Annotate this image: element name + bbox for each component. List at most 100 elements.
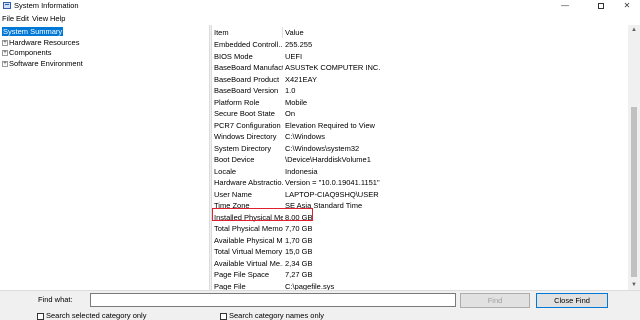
tree-item-components[interactable]: + Components [2, 48, 52, 58]
installed-memory-highlight [212, 208, 313, 221]
row-value: SE Asia Standard Time [285, 201, 363, 210]
table-row[interactable]: Platform Role Mobile [212, 97, 628, 109]
tree-item-hardware-resources[interactable]: + Hardware Resources [2, 38, 79, 48]
expand-icon[interactable]: + [2, 60, 8, 67]
find-button[interactable]: Find [460, 293, 530, 308]
checkbox-label: Search category names only [229, 311, 325, 320]
table-row[interactable]: Secure Boot State On [212, 108, 628, 120]
checkbox[interactable] [37, 312, 44, 320]
details-list: Item Value Embedded Controll... 255.255 B… [212, 25, 628, 290]
table-row[interactable]: Windows Directory C:\Windows [212, 131, 628, 143]
menu-file[interactable]: File [2, 13, 14, 24]
table-row[interactable]: Available Virtual Me... 2,34 GB [212, 258, 628, 270]
row-value: 7,70 GB [285, 224, 313, 233]
row-value: 255.255 [285, 40, 313, 49]
row-value: 1.0 [285, 86, 296, 95]
find-what-label: Find what: [38, 295, 73, 304]
vertical-scrollbar[interactable]: ▲ ▼ [628, 25, 640, 290]
table-row[interactable]: Embedded Controll... 255.255 [212, 39, 628, 51]
row-item: Platform Role [214, 97, 260, 107]
scroll-up-arrow-icon[interactable]: ▲ [628, 25, 640, 35]
table-row[interactable]: Page File Space 7,27 GB [212, 269, 628, 281]
table-row[interactable]: Hardware Abstractio... Version = "10.0.19… [212, 177, 628, 189]
checkbox-label: Search selected category only [46, 311, 147, 320]
row-value: On [285, 109, 296, 118]
list-header: Item Value [212, 27, 628, 38]
find-bar: Find what: Find Close Find Search select… [0, 290, 640, 320]
table-row[interactable]: Total Virtual Memory 15,0 GB [212, 246, 628, 258]
row-value: \Device\HarddiskVolume1 [285, 155, 371, 164]
row-item: Available Virtual Me... [214, 258, 283, 268]
tree-item-system-summary[interactable]: System Summary [2, 27, 64, 37]
row-item: Windows Directory [214, 132, 277, 141]
tree-item-label: System Summary [2, 27, 64, 36]
row-item: BaseBoard Manufact... [214, 63, 283, 72]
column-header-value[interactable]: Value [285, 27, 304, 38]
checkbox[interactable] [220, 312, 227, 320]
row-value: 8,00 GB [285, 212, 313, 222]
row-item: PCR7 Configuration [214, 120, 281, 130]
row-item: Total Physical Memo... [214, 224, 283, 233]
menu-bar: File Edit View Help [0, 13, 640, 24]
table-row[interactable]: BaseBoard Product X421EAY [212, 74, 628, 86]
row-item: Page File Space [214, 270, 270, 279]
column-header-item[interactable]: Item [214, 27, 229, 38]
row-value: 15,0 GB [285, 247, 313, 256]
row-value: 7,27 GB [285, 270, 313, 279]
row-value: LAPTOP-CIAQ9SHQ\USER [285, 189, 379, 199]
table-row[interactable]: Available Physical M... 1,70 GB [212, 235, 628, 247]
row-item: BIOS Mode [214, 51, 253, 61]
menu-edit[interactable]: Edit [16, 13, 29, 24]
table-row[interactable]: Total Physical Memo... 7,70 GB [212, 223, 628, 235]
table-row[interactable]: BaseBoard Manufact... ASUSTeK COMPUTER IN… [212, 62, 628, 74]
row-item: Hardware Abstractio... [214, 178, 283, 187]
menu-help[interactable]: Help [50, 13, 65, 24]
system-information-app-icon [3, 2, 11, 9]
search-category-names-option[interactable]: Search category names only [220, 311, 324, 320]
row-item: BaseBoard Product [214, 74, 280, 84]
row-value: 2,34 GB [285, 258, 313, 268]
row-item: User Name [214, 189, 252, 199]
row-value: Version = "10.0.19041.1151" [285, 178, 380, 187]
row-value: 1,70 GB [285, 235, 313, 245]
close-find-button[interactable]: Close Find [536, 293, 608, 308]
row-item: Locale [214, 166, 237, 176]
tree-item-label: Hardware Resources [9, 37, 80, 47]
menu-view[interactable]: View [32, 13, 48, 24]
table-row[interactable]: User Name LAPTOP-CIAQ9SHQ\USER [212, 189, 628, 201]
row-item: Boot Device [214, 155, 255, 164]
row-item: Embedded Controll... [214, 40, 283, 49]
row-value: C:\Windows\system32 [285, 143, 360, 153]
tree-item-label: Components [9, 48, 52, 57]
row-value: Mobile [285, 97, 308, 107]
row-value: C:\Windows [285, 132, 326, 141]
tree-item-software-environment[interactable]: + Software Environment [2, 59, 83, 69]
table-row[interactable]: BaseBoard Version 1.0 [212, 85, 628, 97]
row-value: C:\pagefile.sys [285, 281, 335, 291]
expand-icon[interactable]: + [2, 39, 8, 46]
table-row[interactable]: Locale Indonesia [212, 166, 628, 178]
table-row[interactable]: System Directory C:\Windows\system32 [212, 143, 628, 155]
table-row[interactable]: Boot Device \Device\HarddiskVolume1 [212, 154, 628, 166]
close-window-button[interactable]: ✕ [612, 0, 640, 12]
row-item: BaseBoard Version [214, 86, 279, 95]
table-row[interactable]: BIOS Mode UEFI [212, 51, 628, 63]
row-item: Secure Boot State [214, 109, 275, 118]
find-input[interactable] [90, 293, 456, 307]
maximize-icon [598, 2, 604, 9]
row-value: X421EAY [285, 74, 317, 84]
search-selected-category-option[interactable]: Search selected category only [37, 311, 146, 320]
row-value: Elevation Required to View [285, 120, 375, 130]
minimize-button[interactable]: — [550, 0, 580, 12]
scrollbar-thumb[interactable] [631, 107, 637, 277]
table-row[interactable]: Page File C:\pagefile.sys [212, 281, 628, 291]
row-item: Available Physical M... [214, 235, 283, 245]
expand-icon[interactable]: + [2, 50, 8, 57]
scroll-down-arrow-icon[interactable]: ▼ [628, 280, 640, 290]
table-row[interactable]: PCR7 Configuration Elevation Required to … [212, 120, 628, 132]
column-divider[interactable] [282, 27, 283, 38]
window-title: System Information [14, 1, 79, 10]
row-item: Total Virtual Memory [214, 247, 283, 256]
row-item: Page File [214, 281, 246, 291]
row-item: System Directory [214, 143, 272, 153]
